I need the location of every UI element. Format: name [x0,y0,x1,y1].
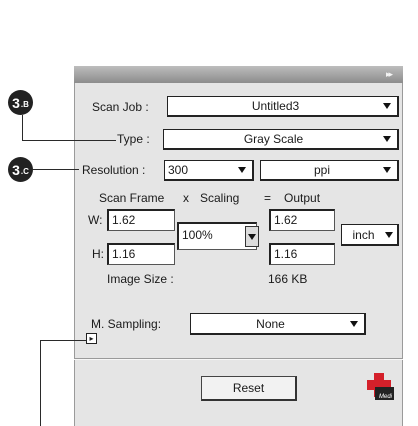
resolution-dropdown[interactable]: 300 [164,160,254,181]
medi-logo[interactable]: Medi [365,371,395,405]
image-size-value: 166 KB [268,272,308,286]
m-sampling-value: None [256,316,285,331]
callout-number: 3 [12,94,20,111]
equals-sign: = [264,191,272,205]
divider [74,359,403,360]
logo-text: Medi [379,394,393,400]
type-dropdown[interactable]: Gray Scale [163,129,399,150]
scaling-dropdown-button[interactable] [245,226,259,247]
m-sampling-dropdown[interactable]: None [190,313,366,335]
expand-arrow-icon[interactable]: ▸ [86,333,97,344]
output-header: Output [284,191,321,205]
chevron-down-icon [248,233,256,240]
resolution-unit-dropdown[interactable]: ppi [260,160,399,181]
height-label: H: [92,247,104,261]
callout-line [33,169,79,170]
height-output-field[interactable]: 1.16 [269,243,335,265]
scan-job-value: Untitled3 [251,99,300,113]
callout-badge-3c: 3 .C [8,157,33,182]
chevron-down-icon [383,167,391,173]
width-output-field[interactable]: 1.62 [269,209,335,231]
image-size-label: Image Size : [107,272,174,286]
scan-job-label: Scan Job : [92,100,149,114]
width-input[interactable]: 1.62 [107,209,175,231]
callout-line [40,340,86,341]
scan-job-dropdown[interactable]: Untitled3 [167,96,399,117]
scaling-header: Scaling [200,191,240,205]
callout-line [40,340,41,426]
expand-icon[interactable]: ▸▸ [386,70,398,79]
m-sampling-label: M. Sampling: [91,317,162,331]
reset-button[interactable]: Reset [201,376,297,401]
callout-line [22,140,116,141]
callout-suffix: .C [20,166,29,176]
scan-frame-header: Scan Frame [99,191,165,205]
callout-badge-3b: 3 .B [8,90,33,115]
type-label: Type : [117,132,150,146]
callout-line [22,115,23,141]
height-input[interactable]: 1.16 [107,243,175,265]
output-unit-dropdown[interactable]: inch [341,224,399,246]
chevron-down-icon [238,167,246,173]
type-value: Gray Scale [243,132,304,146]
chevron-down-icon [385,231,393,238]
resolution-label: Resolution : [82,163,146,177]
chevron-down-icon [383,136,391,142]
resolution-unit-value: ppi [313,163,330,177]
times-sign: x [183,191,189,205]
panel-title-bar[interactable] [74,66,403,83]
callout-number: 3 [12,161,20,178]
callout-suffix: .B [20,99,29,109]
chevron-down-icon [383,103,391,109]
resolution-value: 300 [168,163,189,177]
chevron-down-icon [350,320,358,327]
width-label: W: [88,213,103,227]
output-unit-value: inch [352,227,375,242]
